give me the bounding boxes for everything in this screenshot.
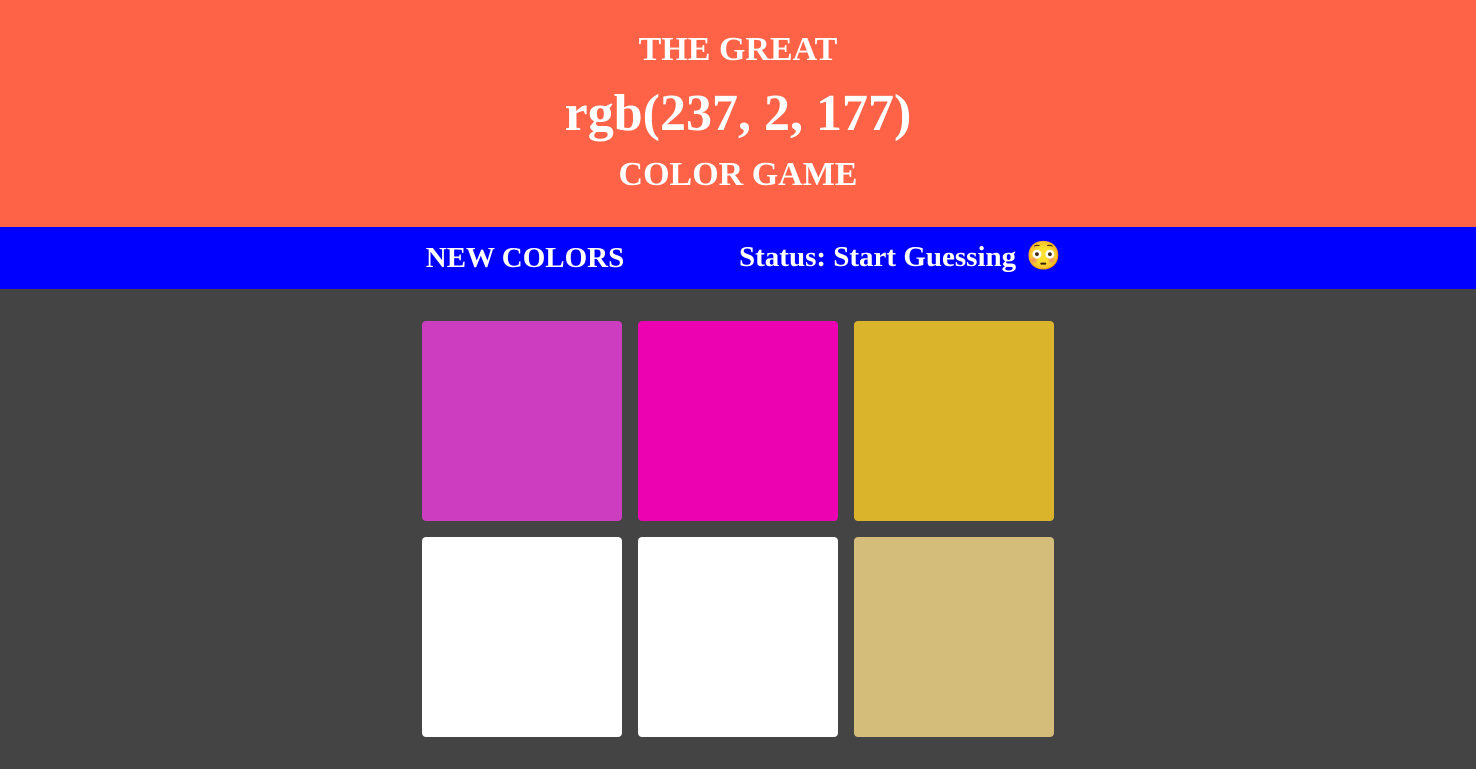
status-text: Status: Start Guessing	[739, 241, 1017, 273]
color-square-6[interactable]	[854, 537, 1054, 737]
new-colors-button[interactable]: NEW COLORS	[418, 227, 632, 289]
control-stripe: NEW COLORS Status: Start Guessing 😳	[0, 227, 1476, 289]
flushed-face-icon: 😳	[1026, 241, 1062, 272]
title-line-color-game: COLOR GAME	[618, 156, 858, 193]
color-square-3[interactable]	[854, 321, 1054, 521]
color-square-4[interactable]	[422, 537, 622, 737]
color-squares-grid	[422, 321, 1054, 738]
header: THE GREAT rgb(237, 2, 177) COLOR GAME	[0, 0, 1476, 227]
color-square-5[interactable]	[638, 537, 838, 737]
target-color-display: rgb(237, 2, 177)	[564, 85, 912, 142]
color-square-2[interactable]	[638, 321, 838, 521]
title-line-the-great: THE GREAT	[638, 31, 838, 68]
status-message: Status: Start Guessing 😳	[739, 227, 1061, 289]
color-square-1[interactable]	[422, 321, 622, 521]
